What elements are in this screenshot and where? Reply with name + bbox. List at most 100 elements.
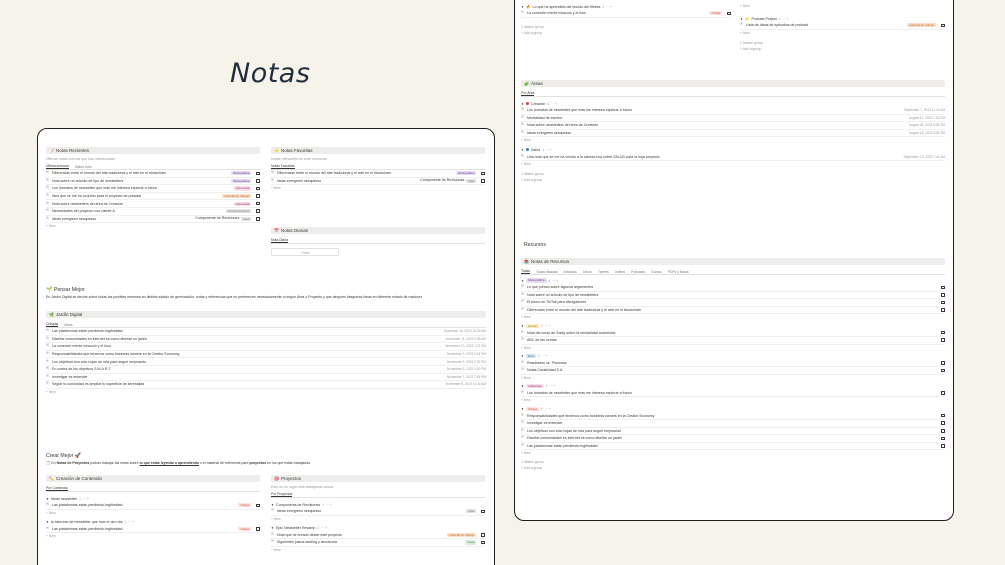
row-checkbox[interactable]	[256, 527, 260, 531]
row-checkbox[interactable]	[941, 23, 945, 28]
tab-nota-diaria[interactable]: Nota Diaria	[271, 238, 288, 243]
more-icon[interactable]: ··· +	[542, 354, 548, 358]
caret-down-icon[interactable]: ▼	[521, 5, 524, 9]
new-button[interactable]: + New	[521, 345, 945, 351]
row-checkbox[interactable]	[941, 308, 945, 312]
new-button[interactable]: + New	[521, 450, 945, 456]
caret-down-icon[interactable]: ▼	[521, 148, 524, 152]
more-icon[interactable]: ··· +	[545, 324, 551, 328]
row-checkbox[interactable]	[256, 194, 260, 198]
tab-por-proyectos[interactable]: Por Proyectos	[271, 492, 293, 497]
more-icon[interactable]: ··· +	[545, 407, 551, 411]
row-checkbox[interactable]	[941, 429, 945, 433]
list-item[interactable]: 🗎 Los formatos de newsletter que más me i…	[46, 185, 260, 193]
recursos-tab[interactable]: Artículos	[564, 270, 577, 274]
group-header[interactable]: ▼ la idea eso de newsletter que tuve el o…	[46, 519, 260, 526]
row-checkbox[interactable]	[481, 509, 485, 514]
recursos-tab[interactable]: Podcasts	[631, 270, 645, 274]
caret-down-icon[interactable]: ▼	[521, 354, 524, 358]
group-header[interactable]: ▼ cursos 2 ··· +	[521, 322, 945, 329]
add-group-button[interactable]: + Add a group	[521, 30, 731, 36]
list-item[interactable]: 🗎 Los objetivos son sólo hojas de ruta pa…	[521, 428, 945, 436]
caret-down-icon[interactable]: ▼	[740, 17, 743, 21]
new-button[interactable]: + New	[271, 547, 485, 553]
tab-notas-favoritas[interactable]: Notas Favoritas	[271, 164, 295, 169]
row-checkbox[interactable]	[481, 179, 485, 183]
group-header[interactable]: ▼ Epic Newsletter Revamp 2 ··· +	[271, 525, 485, 532]
new-button[interactable]: + New	[271, 516, 485, 522]
new-button[interactable]: + New	[271, 185, 485, 191]
row-checkbox[interactable]	[941, 391, 945, 395]
list-item[interactable]: 🗎 La conexión mente músculo y el foco ch…	[521, 10, 731, 18]
list-item[interactable]: 🗎 Los formatos de newsletter que más me i…	[521, 390, 945, 398]
list-item[interactable]: 🗎 Investigar es entender November 7, 2023 …	[46, 374, 486, 382]
caret-down-icon[interactable]: ▼	[521, 102, 524, 106]
add-group-button[interactable]: + Add a group	[521, 177, 945, 183]
list-item[interactable]: 🗎 Ideas evergreen sesquesso Idea	[271, 508, 485, 516]
list-item[interactable]: 🗎 El futuro en TikTok para divulgadores	[521, 299, 945, 307]
new-button[interactable]: + New	[46, 510, 260, 516]
list-item[interactable]: 🗎 Nota que he creado desde este proyecto m…	[271, 532, 485, 540]
list-item[interactable]: 🗎 Lista de Ideas de episodios de podcast…	[740, 22, 945, 30]
more-icon[interactable]: ··· +	[551, 102, 557, 106]
caret-down-icon[interactable]: ▼	[271, 503, 274, 507]
list-item[interactable]: 🗎 Diferencias entre el mundo del arte tra…	[521, 307, 945, 315]
new-button[interactable]: + New	[521, 375, 945, 381]
row-checkbox[interactable]	[727, 11, 731, 16]
row-checkbox[interactable]	[941, 330, 945, 335]
row-checkbox[interactable]	[941, 444, 945, 448]
new-button[interactable]: + New	[521, 314, 945, 320]
row-checkbox[interactable]	[256, 201, 260, 206]
more-icon[interactable]: ··· +	[782, 17, 788, 21]
row-checkbox[interactable]	[256, 503, 260, 508]
list-item[interactable]: 🗎 ABC de las ventas	[521, 337, 945, 345]
recursos-tab[interactable]: PDFs y Notas	[668, 270, 689, 274]
more-icon[interactable]: ··· +	[83, 497, 89, 501]
row-checkbox[interactable]	[941, 300, 945, 305]
list-item[interactable]: 🗎 Ideas evergreen sesquesso Componente de …	[271, 178, 485, 186]
row-checkbox[interactable]	[941, 361, 945, 365]
new-button[interactable]: + New	[521, 161, 945, 167]
row-checkbox[interactable]	[256, 171, 260, 176]
recursos-tab[interactable]: Todas	[521, 269, 531, 274]
list-item[interactable]: 🗎 La conexión mente músculo y el foco Nove…	[46, 343, 486, 351]
caret-down-icon[interactable]: ▼	[46, 497, 49, 501]
row-checkbox[interactable]	[256, 217, 260, 221]
more-icon[interactable]: ··· +	[546, 148, 552, 152]
caret-down-icon[interactable]: ▼	[521, 279, 524, 283]
list-item[interactable]: 🗎 Diseñar comunidades en internet es como…	[46, 336, 486, 344]
caret-down-icon[interactable]: ▼	[271, 526, 274, 530]
recientes-tab[interactable]: Último mes	[75, 165, 92, 169]
group-header[interactable]: ▼ chispa 5 ··· +	[521, 405, 945, 412]
list-item[interactable]: 🗎 Diferencias entre el mundo del arte tra…	[271, 170, 485, 178]
more-icon[interactable]: ··· +	[552, 279, 558, 283]
row-checkbox[interactable]	[941, 338, 945, 343]
recursos-tab[interactable]: Libros	[583, 270, 592, 274]
list-item[interactable]: 🗎 Responsabilidades que tenemos como busi…	[46, 351, 486, 359]
list-item[interactable]: 🗎 Responsabilidades que tenemos como busi…	[521, 412, 945, 420]
list-item[interactable]: 🗎 Seguir tu curiosidad es ampliar tu supe…	[46, 381, 486, 389]
list-item[interactable]: 🗎 Las plataformas están perdiendo legitim…	[46, 328, 486, 336]
caret-down-icon[interactable]: ▼	[521, 324, 524, 328]
more-icon[interactable]: ··· +	[550, 384, 556, 388]
list-item[interactable]: 🗎 Nota sobre newsletters del área de Crea…	[46, 200, 260, 208]
add-group-button[interactable]: + Add a group	[521, 465, 945, 471]
new-button[interactable]: + New	[46, 223, 260, 229]
group-header[interactable]: ▼ Salud 1 ··· +	[521, 146, 945, 153]
recursos-tab[interactable]: Todas listadas	[536, 270, 558, 274]
row-checkbox[interactable]	[941, 293, 945, 297]
recursos-tab[interactable]: Cursos	[651, 270, 662, 274]
new-button[interactable]: + New	[740, 30, 945, 36]
caret-down-icon[interactable]: ▼	[46, 520, 49, 524]
group-header-fitness[interactable]: ▼ 🔥 Lo que he aprendido del mundo del fi…	[521, 3, 731, 10]
list-item[interactable]: 🗎 Los objetivos son sólo hojas de ruta pa…	[46, 358, 486, 366]
list-item[interactable]: 🗎 Ideas evergreen sesquesso August 18, 202…	[521, 130, 945, 138]
group-header[interactable]: ▼ Creación 4 ··· +	[521, 100, 945, 107]
list-item[interactable]: 🗎 Mentalidad de escritor August 17, 2023 7…	[521, 115, 945, 123]
row-checkbox[interactable]	[481, 171, 485, 176]
list-item[interactable]: 🗎 Investigar es entender	[521, 420, 945, 428]
row-checkbox[interactable]	[941, 421, 945, 426]
list-item[interactable]: 🗎 Lo que pienso sobre algunos argumentos	[521, 284, 945, 292]
add-group-button[interactable]: + Add a group	[740, 46, 945, 52]
group-header[interactable]: ▼ bibliográfica 4 ··· +	[521, 277, 945, 284]
